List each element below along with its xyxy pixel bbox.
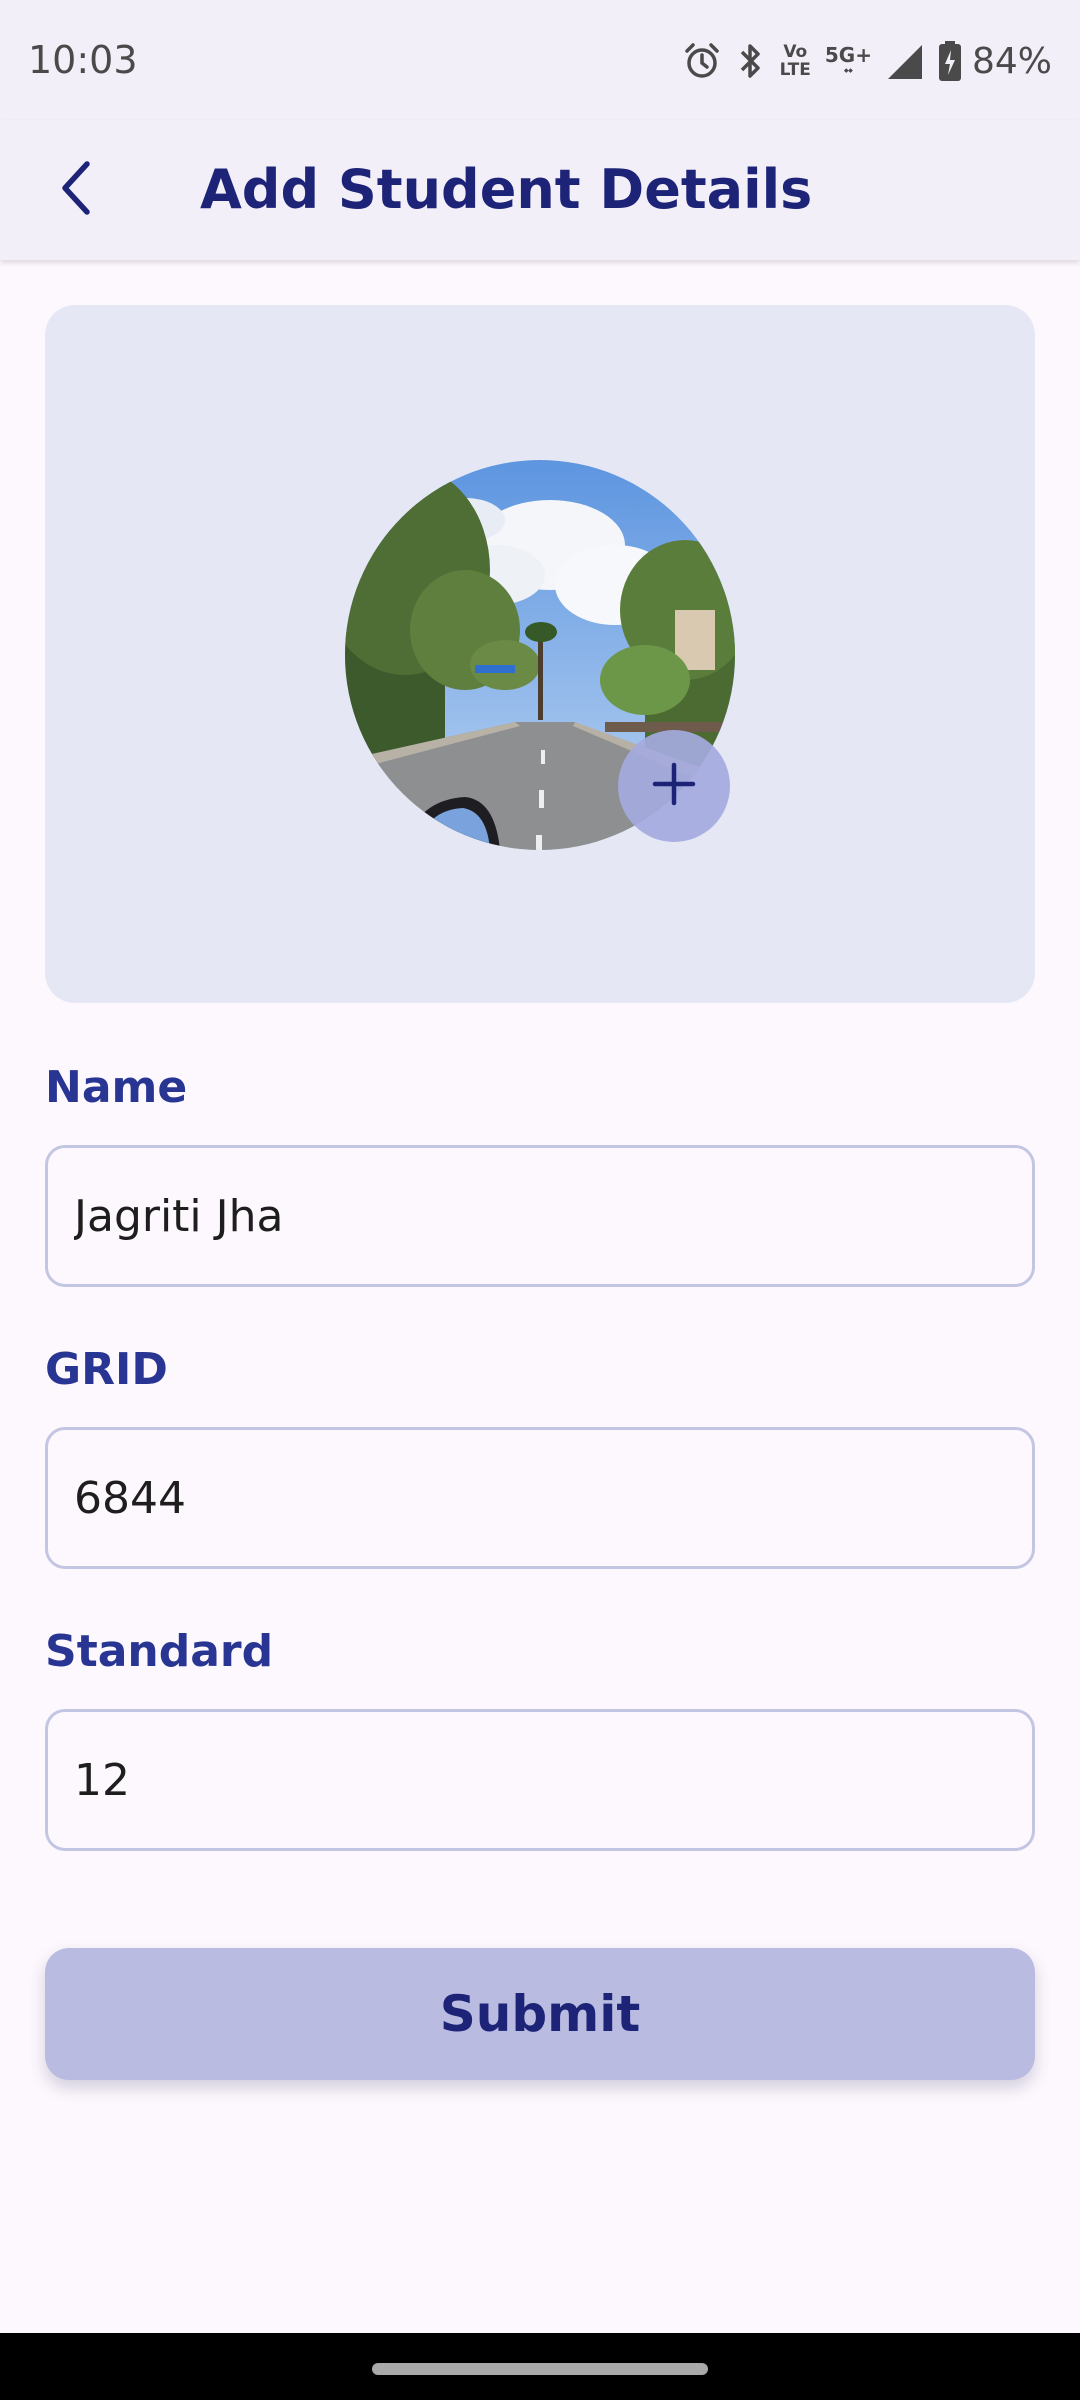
add-photo-button[interactable] — [618, 730, 730, 842]
standard-label: Standard — [45, 1626, 274, 1677]
alarm-icon — [682, 41, 722, 81]
signal-icon — [886, 41, 924, 81]
status-bar: 10:03 Vo LTE 5G+ ⬩⬩ 84% — [0, 0, 1080, 120]
app-bar: Add Student Details — [0, 120, 1080, 260]
volte-bottom-text: LTE — [779, 60, 811, 80]
volte-top-text: Vo — [783, 42, 808, 62]
grid-label: GRID — [45, 1344, 168, 1395]
name-input[interactable] — [45, 1145, 1035, 1287]
standard-input[interactable] — [45, 1709, 1035, 1851]
plus-icon — [652, 762, 696, 811]
5g-icon: 5G+ ⬩⬩ — [824, 43, 872, 76]
arrow-back-icon — [51, 158, 101, 223]
back-button[interactable] — [36, 150, 116, 230]
bluetooth-icon — [736, 41, 766, 81]
photo-card — [45, 305, 1035, 1003]
battery-percent: 84% — [971, 40, 1052, 82]
page-title: Add Student Details — [200, 158, 813, 221]
grid-input[interactable] — [45, 1427, 1035, 1569]
home-gesture-handle[interactable] — [372, 2363, 708, 2375]
battery-charging-icon — [938, 40, 962, 82]
volte-icon: Vo LTE — [780, 43, 811, 79]
navigation-bar — [0, 2333, 1080, 2400]
5g-text: 5G+ — [824, 43, 872, 67]
name-label: Name — [45, 1062, 188, 1113]
status-icons: Vo LTE 5G+ ⬩⬩ 84% — [682, 36, 1052, 86]
submit-button[interactable]: Submit — [45, 1948, 1035, 2080]
status-time: 10:03 — [28, 38, 138, 82]
